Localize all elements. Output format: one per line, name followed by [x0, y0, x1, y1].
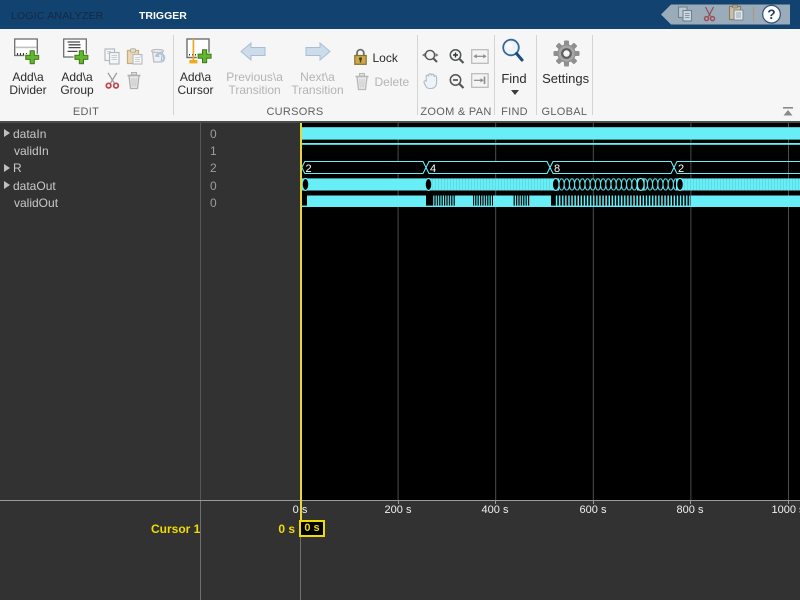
- svg-text:?: ?: [767, 7, 775, 22]
- svg-text:8: 8: [554, 163, 560, 175]
- svg-text:4: 4: [430, 163, 436, 175]
- svg-text:2: 2: [306, 163, 312, 175]
- svg-text:2: 2: [678, 163, 684, 175]
